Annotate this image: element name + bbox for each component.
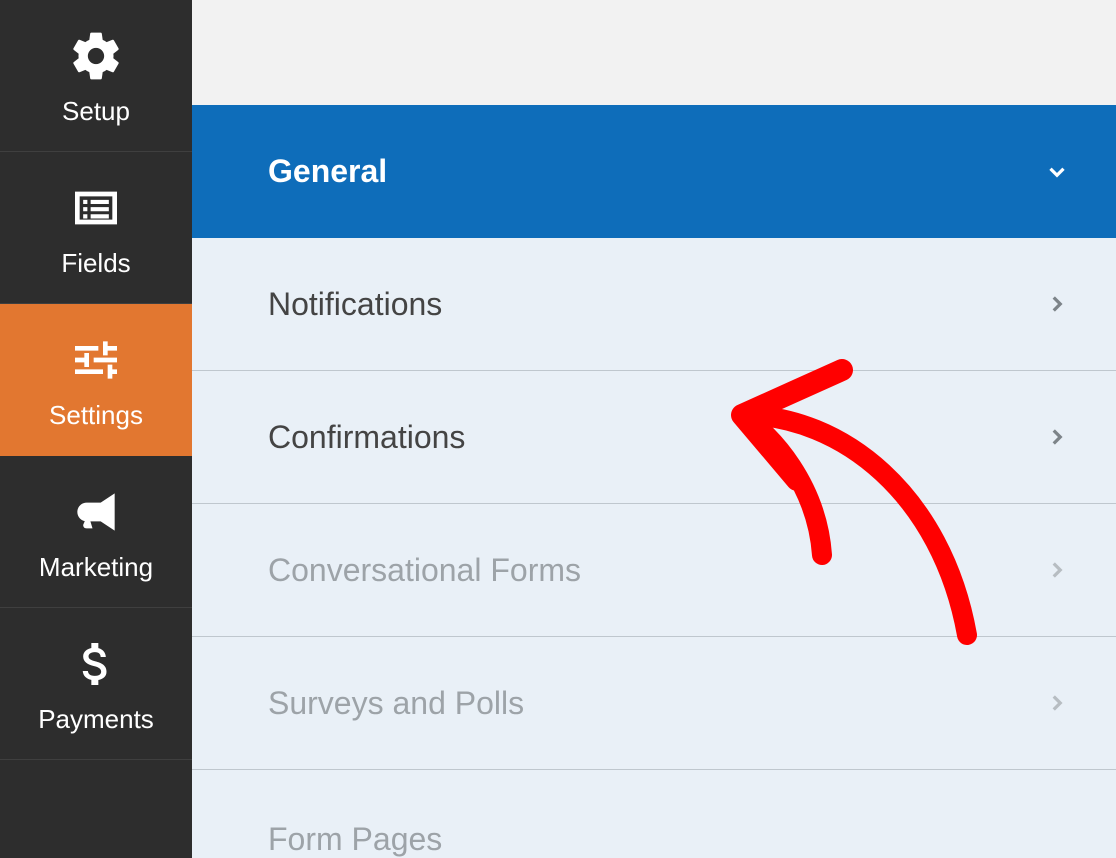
settings-row-surveys-polls[interactable]: Surveys and Polls (192, 637, 1116, 770)
top-bar (192, 0, 1116, 105)
bullhorn-icon (68, 484, 124, 540)
sidebar-item-payments[interactable]: Payments (0, 608, 192, 760)
sidebar-item-settings[interactable]: Settings (0, 304, 192, 456)
settings-row-general[interactable]: General (192, 105, 1116, 238)
sidebar-item-label: Payments (38, 704, 154, 735)
dollar-icon (68, 636, 124, 692)
settings-row-form-pages[interactable]: Form Pages (192, 770, 1116, 858)
settings-list: General Notifications Confirmations Conv… (192, 105, 1116, 858)
chevron-right-icon (1044, 424, 1070, 450)
sidebar-item-label: Fields (61, 248, 130, 279)
gear-icon (68, 28, 124, 84)
chevron-right-icon (1044, 291, 1070, 317)
settings-row-conversational-forms[interactable]: Conversational Forms (192, 504, 1116, 637)
sidebar-item-marketing[interactable]: Marketing (0, 456, 192, 608)
sidebar-item-fields[interactable]: Fields (0, 152, 192, 304)
settings-row-label: Form Pages (268, 821, 442, 858)
settings-row-label: General (268, 153, 387, 190)
settings-row-label: Conversational Forms (268, 552, 581, 589)
sidebar-item-label: Setup (62, 96, 130, 127)
sidebar-item-label: Marketing (39, 552, 153, 583)
list-icon (68, 180, 124, 236)
chevron-down-icon (1044, 159, 1070, 185)
settings-row-label: Confirmations (268, 419, 465, 456)
sidebar-item-setup[interactable]: Setup (0, 0, 192, 152)
settings-row-label: Surveys and Polls (268, 685, 524, 722)
app-root: Setup Fields Settings Marketing Payments (0, 0, 1116, 858)
chevron-right-icon (1044, 557, 1070, 583)
settings-row-label: Notifications (268, 286, 442, 323)
sidebar: Setup Fields Settings Marketing Payments (0, 0, 192, 858)
sliders-icon (68, 332, 124, 388)
chevron-right-icon (1044, 690, 1070, 716)
settings-row-notifications[interactable]: Notifications (192, 238, 1116, 371)
sidebar-item-label: Settings (49, 400, 143, 431)
main-content: General Notifications Confirmations Conv… (192, 0, 1116, 858)
settings-row-confirmations[interactable]: Confirmations (192, 371, 1116, 504)
